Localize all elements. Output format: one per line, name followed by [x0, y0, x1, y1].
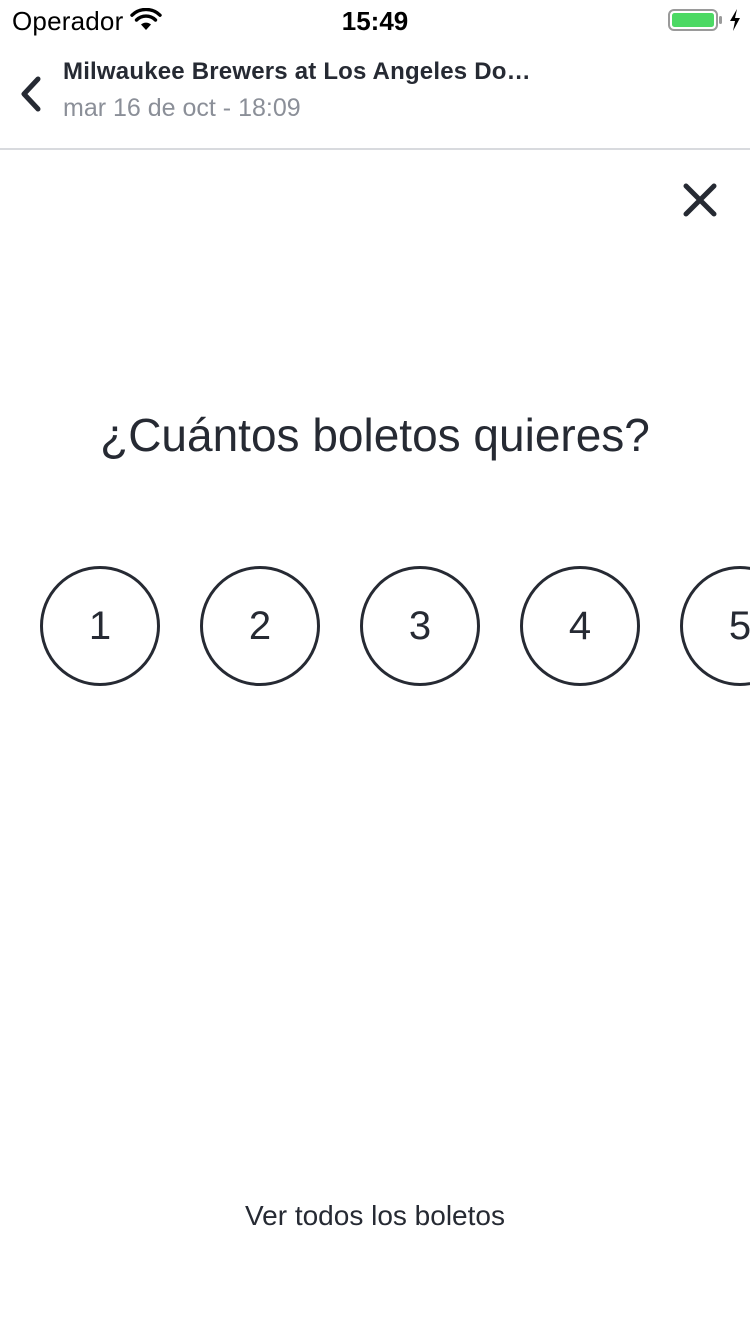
- see-all-tickets-link[interactable]: Ver todos los boletos: [0, 1200, 750, 1232]
- quantity-option-2[interactable]: 2: [200, 566, 320, 686]
- quantity-option-5[interactable]: 5: [680, 566, 750, 686]
- battery-icon: [668, 9, 722, 31]
- status-bar: Operador 15:49: [0, 0, 750, 40]
- event-header: Milwaukee Brewers at Los Angeles Dodgers…: [0, 40, 750, 150]
- event-title: Milwaukee Brewers at Los Angeles Dodgers: [63, 58, 533, 85]
- quantity-option-4[interactable]: 4: [520, 566, 640, 686]
- quantity-option-3[interactable]: 3: [360, 566, 480, 686]
- chevron-left-icon: [21, 76, 41, 112]
- quantity-options: 1 2 3 4 5: [40, 566, 750, 686]
- quantity-question: ¿Cuántos boletos quieres?: [100, 409, 650, 461]
- close-icon: [683, 183, 717, 217]
- event-date: mar 16 de oct - 18:09: [63, 94, 301, 122]
- charging-bolt-icon: [730, 9, 740, 31]
- back-button[interactable]: [10, 68, 50, 120]
- ticket-quantity-screen: Operador 15:49 Milwaukee Brewers at Los …: [0, 0, 750, 1334]
- status-time: 15:49: [341, 6, 409, 36]
- quantity-option-1[interactable]: 1: [40, 566, 160, 686]
- close-button[interactable]: [678, 178, 722, 222]
